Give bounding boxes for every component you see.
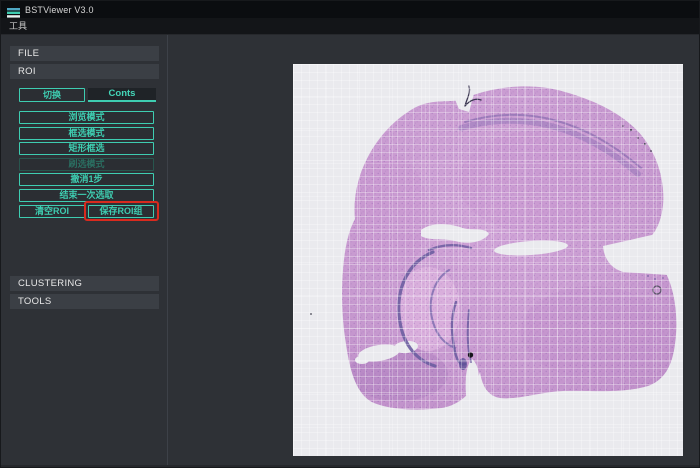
undo-one-step-button[interactable]: 撤消1步 xyxy=(19,173,154,186)
sidebar-section-file[interactable]: FILE xyxy=(10,46,159,61)
brush-select-mode-button: 刷选模式 xyxy=(19,158,154,171)
clear-roi-button[interactable]: 清空ROI xyxy=(19,205,85,218)
box-select-mode-button[interactable]: 框选模式 xyxy=(19,127,154,140)
finish-selection-button[interactable]: 结束一次选取 xyxy=(19,189,154,202)
app-window: BSTViewer V3.0 工具 FILE ROI 切换 Conts 浏览模式… xyxy=(0,0,700,468)
panel-splitter[interactable] xyxy=(167,35,168,468)
title-bar[interactable]: BSTViewer V3.0 xyxy=(1,1,700,18)
brain-tissue-image xyxy=(293,64,683,456)
sidebar-section-clustering[interactable]: CLUSTERING xyxy=(10,276,159,291)
rect-box-select-button[interactable]: 矩形框选 xyxy=(19,142,154,155)
browse-mode-button[interactable]: 浏览模式 xyxy=(19,111,154,124)
sidebar-section-tools[interactable]: TOOLS xyxy=(10,294,159,309)
save-roi-group-button[interactable]: 保存ROI组 xyxy=(88,205,154,218)
toggle-button[interactable]: 切换 xyxy=(19,88,85,102)
slide-viewer-canvas[interactable] xyxy=(293,64,683,456)
marker-dot xyxy=(468,352,473,357)
window-title: BSTViewer V3.0 xyxy=(25,5,94,15)
sidebar-section-roi[interactable]: ROI xyxy=(10,64,159,79)
menu-bar: 工具 xyxy=(1,18,700,35)
menu-tools[interactable]: 工具 xyxy=(1,18,35,35)
tab-conts[interactable]: Conts xyxy=(88,88,156,102)
app-logo-icon xyxy=(7,5,20,15)
